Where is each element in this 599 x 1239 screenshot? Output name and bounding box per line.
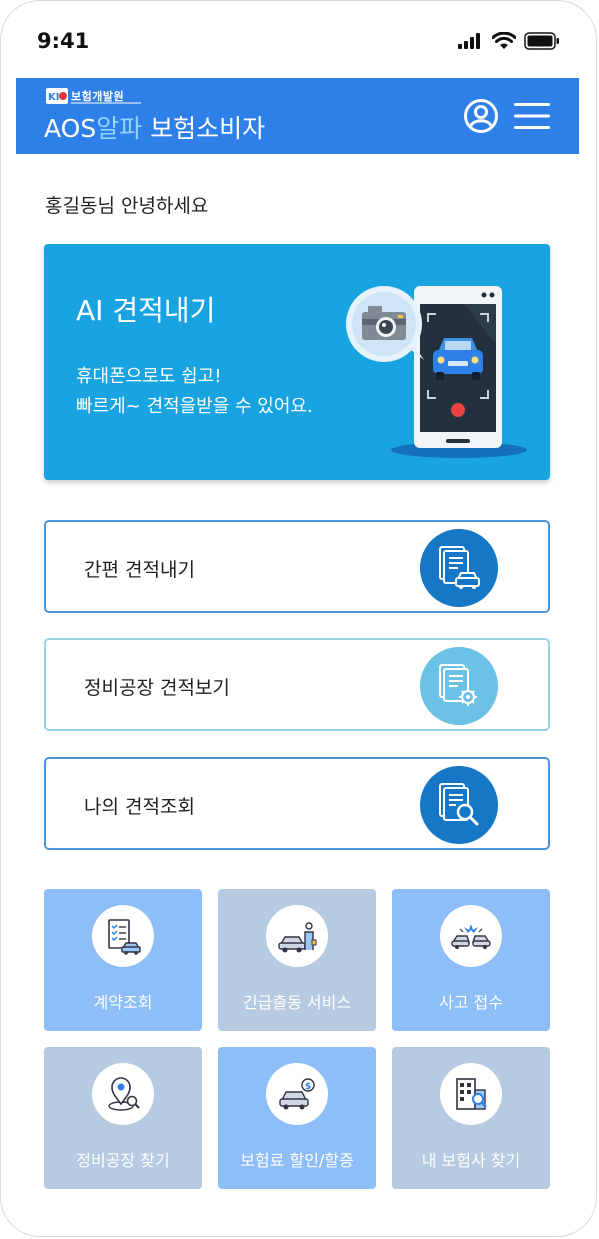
ai-card-desc-line2: 빠르게~ 견적을받을 수 있어요. — [76, 396, 313, 417]
building-search-icon — [440, 1063, 502, 1125]
car-price-icon: $ — [266, 1063, 328, 1125]
building-search-glyph — [456, 1078, 487, 1110]
repair-shop-estimate-label: 정비공장 견적보기 — [84, 677, 230, 699]
my-estimate-inquiry-label: 나의 견적조회 — [84, 796, 195, 818]
tile-roadside-service[interactable]: 긴급출동 서비스 — [218, 889, 376, 1031]
tile-find-repair-shop-label: 정비공장 찾기 — [76, 1151, 170, 1170]
repair-shop-estimate-button[interactable]: 정비공장 견적보기 — [44, 638, 550, 731]
tile-accident-report-label: 사고 접수 — [439, 993, 503, 1012]
phone-camera-car-illustration — [346, 286, 527, 458]
location-search-glyph — [108, 1077, 140, 1111]
car-price-glyph: $ — [279, 1078, 315, 1110]
quick-estimate-label: 간편 견적내기 — [84, 559, 195, 581]
car-accident-icon — [440, 905, 502, 967]
status-time: 9:41 — [37, 29, 90, 53]
document-car-icon — [420, 529, 498, 607]
ai-card-title: AI 견적내기 — [76, 294, 216, 327]
ai-estimate-card[interactable]: AI 견적내기 휴대폰으로도 쉽고! 빠르게~ 견적을받을 수 있어요. — [44, 244, 550, 480]
document-gear-glyph — [439, 664, 477, 706]
tile-find-my-insurer-label: 내 보험사 찾기 — [421, 1151, 521, 1170]
svg-text:KI: KI — [48, 92, 59, 103]
signal-icon — [458, 33, 480, 49]
contract-checklist-glyph — [108, 919, 141, 955]
wifi-icon — [492, 32, 516, 49]
kidi-logo-icon: KI — [46, 88, 68, 104]
tile-contract-inquiry[interactable]: 계약조회 — [44, 889, 202, 1031]
tile-contract-inquiry-label: 계약조회 — [93, 993, 153, 1012]
quick-estimate-button[interactable]: 간편 견적내기 — [44, 520, 550, 613]
status-icons — [458, 31, 560, 51]
document-search-glyph — [439, 783, 479, 826]
document-car-glyph — [439, 546, 480, 589]
ai-card-desc-line1: 휴대폰으로도 쉽고! — [76, 366, 222, 387]
svg-text:$: $ — [305, 1082, 311, 1092]
car-accident-glyph — [451, 924, 491, 949]
org-english-name — [71, 102, 141, 104]
app-title-rest: 보험소비자 — [142, 114, 266, 143]
location-search-icon — [92, 1063, 154, 1125]
my-estimate-inquiry-button[interactable]: 나의 견적조회 — [44, 757, 550, 850]
tile-find-repair-shop[interactable]: 정비공장 찾기 — [44, 1047, 202, 1189]
greeting-text: 홍길동님 안녕하세요 — [45, 195, 209, 217]
roadside-assistance-glyph — [278, 922, 317, 953]
profile-button[interactable] — [462, 97, 500, 135]
battery-icon — [524, 32, 559, 50]
tile-premium-discount[interactable]: $ 보험료 할인/할증 — [218, 1047, 376, 1189]
hamburger-menu-icon — [514, 103, 550, 129]
document-gear-icon — [420, 647, 498, 725]
app-header: KI 보험개발원 AOS알파 보험소비자 — [16, 78, 579, 154]
tile-find-my-insurer[interactable]: 내 보험사 찾기 — [392, 1047, 550, 1189]
menu-button[interactable] — [513, 97, 551, 135]
ai-card-description: 휴대폰으로도 쉽고! 빠르게~ 견적을받을 수 있어요. — [76, 362, 313, 422]
phone-frame: 9:41 KI 보험개발원 AOS알파 보험소비자 홍길동님 안녕하세요 AI … — [0, 0, 597, 1237]
tile-roadside-service-label: 긴급출동 서비스 — [242, 993, 352, 1012]
app-title: AOS알파 보험소비자 — [44, 109, 265, 145]
user-circle-icon — [464, 99, 498, 133]
app-title-aos: AOS — [44, 114, 97, 143]
roadside-assistance-icon — [266, 905, 328, 967]
app-title-alpha: 알파 — [96, 114, 143, 143]
tile-premium-discount-label: 보험료 할인/할증 — [240, 1151, 354, 1170]
tile-accident-report[interactable]: 사고 접수 — [392, 889, 550, 1031]
contract-checklist-icon — [92, 905, 154, 967]
document-search-icon — [420, 766, 498, 844]
